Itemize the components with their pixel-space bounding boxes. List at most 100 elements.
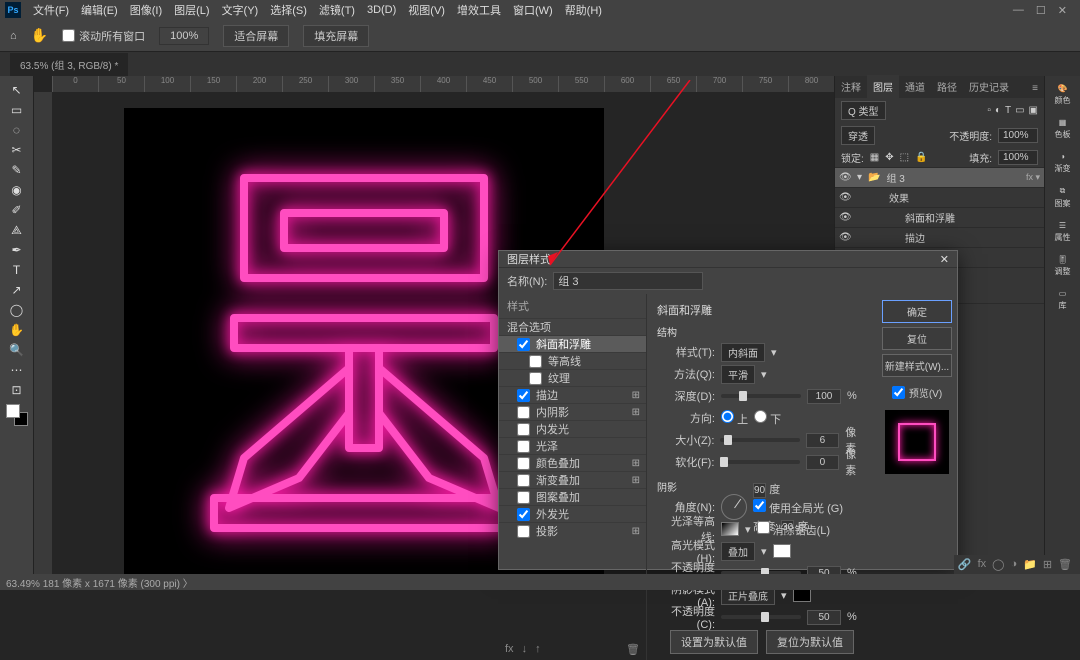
layer-fx-icon[interactable]: fx — [978, 558, 987, 571]
tab-notes[interactable]: 注释 — [835, 75, 867, 98]
gloss-contour-picker[interactable] — [721, 522, 739, 536]
global-light-check[interactable]: 使用全局光 (G) — [753, 499, 843, 516]
filter-adjust-icon[interactable]: ◐ — [995, 105, 1001, 116]
shadow-color-swatch[interactable] — [793, 588, 811, 602]
blend-mode-select[interactable]: 穿透 — [841, 126, 875, 145]
move-up-icon[interactable]: ↑ — [535, 643, 541, 656]
add-instance-icon[interactable]: ⊞ — [632, 526, 640, 537]
soften-slider[interactable] — [720, 460, 799, 464]
dialog-titlebar[interactable]: 图层样式 ✕ — [499, 251, 957, 268]
technique-select[interactable]: 平滑 — [721, 365, 755, 384]
layer-mask-icon[interactable]: ◯ — [992, 558, 1004, 571]
zoom-tool[interactable]: 🔍 — [3, 340, 31, 360]
soften-field[interactable]: 0 — [806, 455, 840, 470]
shadow-opacity-field[interactable]: 50 — [807, 610, 841, 625]
mini-adjust[interactable]: 🎚调整 — [1055, 255, 1071, 277]
menu-file[interactable]: 文件(F) — [27, 2, 75, 18]
mini-color[interactable]: 🎨颜色 — [1055, 84, 1071, 106]
mini-pattern[interactable]: ⧉图案 — [1055, 186, 1071, 209]
style-contour[interactable]: 等高线 — [499, 352, 646, 369]
pen-tool[interactable]: ✒ — [3, 240, 31, 260]
document-tab[interactable]: 63.5% (组 3, RGB/8) * — [10, 53, 128, 76]
tab-channels[interactable]: 通道 — [899, 75, 931, 98]
direction-up-radio[interactable]: 上 — [721, 410, 748, 427]
menu-3d[interactable]: 3D(D) — [361, 4, 402, 16]
menu-image[interactable]: 图像(I) — [124, 2, 168, 18]
highlight-mode-select[interactable]: 叠加 — [721, 542, 755, 561]
filter-image-icon[interactable]: ▫ — [987, 105, 991, 116]
menu-plugins[interactable]: 增效工具 — [451, 2, 507, 18]
menu-layer[interactable]: 图层(L) — [168, 2, 215, 18]
fx-indicator[interactable]: fx ▾ — [1026, 172, 1040, 183]
more-tools[interactable]: ⋯ — [3, 360, 31, 380]
visibility-icon[interactable]: 👁 — [839, 212, 851, 223]
style-innershadow[interactable]: 内阴影⊞ — [499, 403, 646, 420]
menu-type[interactable]: 文字(Y) — [216, 2, 265, 18]
blending-options-item[interactable]: 混合选项 — [499, 318, 646, 335]
visibility-icon[interactable]: 👁 — [839, 192, 851, 203]
add-instance-icon[interactable]: ⊞ — [632, 458, 640, 469]
tab-paths[interactable]: 路径 — [931, 75, 963, 98]
style-patternoverlay[interactable]: 图案叠加 — [499, 488, 646, 505]
home-icon[interactable]: ⌂ — [10, 30, 17, 42]
menu-select[interactable]: 选择(S) — [264, 2, 313, 18]
style-outerglow[interactable]: 外发光 — [499, 505, 646, 522]
style-bevel[interactable]: 斜面和浮雕 — [499, 335, 646, 352]
size-field[interactable]: 6 — [806, 433, 840, 448]
brush-tool[interactable]: ✐ — [3, 200, 31, 220]
layer-name-input[interactable] — [553, 272, 703, 290]
style-texture[interactable]: 纹理 — [499, 369, 646, 386]
style-satin[interactable]: 光泽 — [499, 437, 646, 454]
new-group-icon[interactable]: 📁 — [1023, 558, 1037, 571]
maximize-icon[interactable]: ☐ — [1036, 4, 1046, 17]
style-dropshadow[interactable]: 投影⊞ — [499, 522, 646, 539]
color-swatches[interactable] — [6, 404, 28, 426]
close-icon[interactable]: ✕ — [1058, 4, 1067, 17]
make-default-button[interactable]: 设置为默认值 — [670, 630, 758, 654]
menu-view[interactable]: 视图(V) — [402, 2, 451, 18]
lock-all-icon[interactable]: 🔒 — [915, 152, 927, 163]
hand-tool[interactable]: ✋ — [3, 320, 31, 340]
angle-dial[interactable] — [721, 494, 747, 520]
mini-libraries[interactable]: ▭库 — [1059, 289, 1067, 311]
edit-toolbar[interactable]: ⊡ — [3, 380, 31, 400]
antialias-check[interactable]: 消除锯齿(L) — [757, 521, 831, 538]
zoom-field[interactable]: 100% — [159, 27, 209, 45]
filter-shape-icon[interactable]: ▭ — [1015, 105, 1024, 116]
mini-swatches[interactable]: ▦色板 — [1055, 118, 1071, 140]
fit-screen-button[interactable]: 适合屏幕 — [223, 25, 289, 47]
cancel-button[interactable]: 复位 — [882, 327, 952, 350]
tab-layers[interactable]: 图层 — [867, 75, 899, 98]
add-instance-icon[interactable]: ⊞ — [632, 407, 640, 418]
panel-menu-icon[interactable]: ≡ — [1026, 79, 1044, 98]
stamp-tool[interactable]: ⟁ — [3, 220, 31, 240]
mini-gradient[interactable]: ◑渐变 — [1055, 152, 1071, 174]
style-coloroverlay[interactable]: 颜色叠加⊞ — [499, 454, 646, 471]
add-instance-icon[interactable]: ⊞ — [632, 475, 640, 486]
move-down-icon[interactable]: ↓ — [522, 643, 528, 656]
chevron-down-icon[interactable]: ▾ — [857, 172, 862, 183]
visibility-icon[interactable]: 👁 — [839, 232, 851, 243]
trash-icon[interactable]: 🗑 — [626, 643, 640, 656]
size-slider[interactable] — [720, 438, 799, 442]
new-layer-icon[interactable]: ⊞ — [1043, 558, 1052, 571]
menu-window[interactable]: 窗口(W) — [507, 2, 559, 18]
visibility-icon[interactable]: 👁 — [839, 172, 851, 183]
add-instance-icon[interactable]: ⊞ — [632, 390, 640, 401]
link-layers-icon[interactable]: 🔗 — [958, 558, 972, 571]
dialog-close-icon[interactable]: ✕ — [940, 253, 949, 266]
style-gradientoverlay[interactable]: 渐变叠加⊞ — [499, 471, 646, 488]
fill-field[interactable]: 100% — [998, 150, 1038, 165]
depth-field[interactable]: 100 — [807, 389, 841, 404]
adjustment-layer-icon[interactable]: ◑ — [1010, 558, 1017, 571]
crop-tool[interactable]: ✂ — [3, 140, 31, 160]
layer-group-3[interactable]: 👁 ▾ 📂 组 3 fx ▾ — [835, 167, 1044, 187]
lock-nested-icon[interactable]: ⬚ — [900, 152, 909, 163]
layer-effect-bevel[interactable]: 👁 斜面和浮雕 — [835, 207, 1044, 227]
layer-effect-stroke[interactable]: 👁 描边 — [835, 227, 1044, 247]
lock-pixels-icon[interactable]: ▦ — [870, 152, 879, 163]
marquee-tool[interactable]: ▭ — [3, 100, 31, 120]
hand-tool-icon[interactable]: ✋ — [31, 27, 48, 44]
tab-history[interactable]: 历史记录 — [963, 75, 1015, 98]
minimize-icon[interactable]: — — [1013, 4, 1024, 17]
